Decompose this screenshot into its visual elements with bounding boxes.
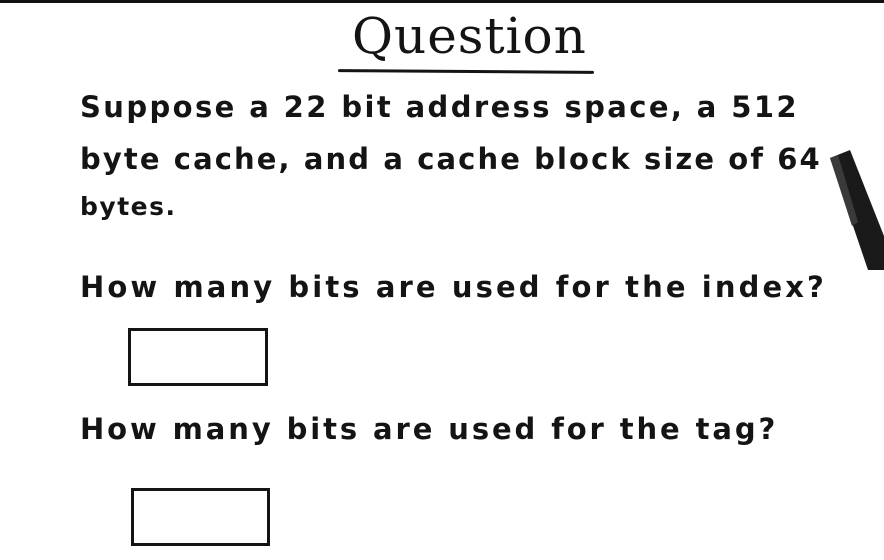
top-border: [0, 0, 884, 3]
question-title: Question: [352, 7, 587, 65]
marker-pen-icon: [830, 150, 884, 270]
tag-bits-question: How many bits are used for the tag?: [80, 412, 779, 446]
question-text-line-3: bytes.: [80, 192, 177, 221]
index-bits-question: How many bits are used for the index?: [80, 270, 827, 304]
question-text-line-1: Suppose a 22 bit address space, a 512: [80, 90, 800, 124]
question-text-line-2: byte cache, and a cache block size of 64: [80, 142, 822, 176]
index-bits-answer-box[interactable]: [128, 328, 268, 386]
tag-bits-answer-box[interactable]: [131, 488, 270, 546]
title-underline: [337, 69, 595, 74]
